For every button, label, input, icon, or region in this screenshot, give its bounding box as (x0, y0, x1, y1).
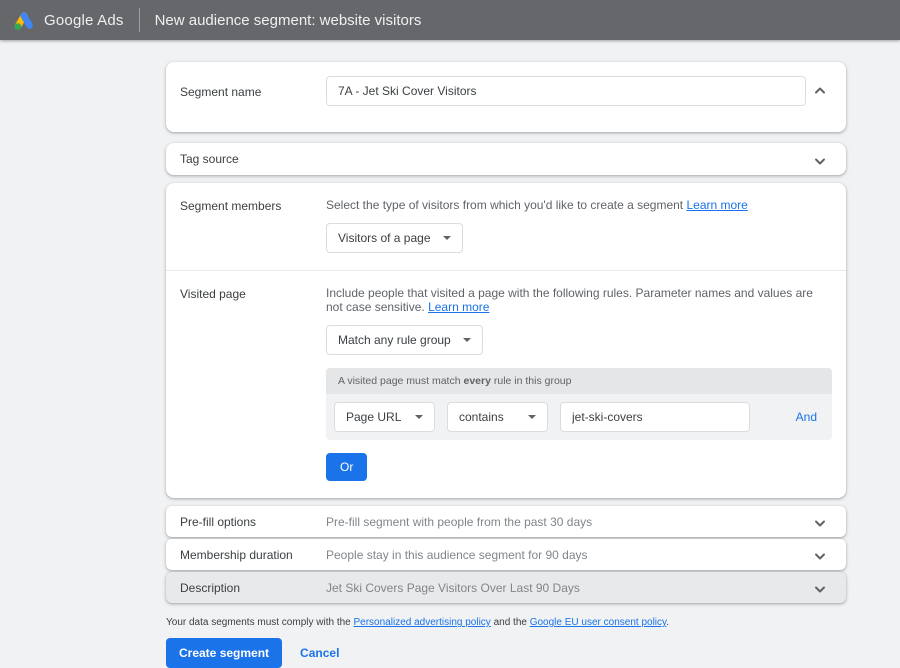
rule-field-value: Page URL (346, 410, 401, 424)
chevron-down-icon (814, 550, 826, 562)
compliance-note: Your data segments must comply with the … (166, 617, 900, 628)
chevron-down-icon (814, 583, 826, 595)
caret-down-icon (443, 236, 451, 240)
cancel-button[interactable]: Cancel (300, 646, 339, 660)
page: Google Ads New audience segment: website… (0, 0, 900, 668)
description-row[interactable]: Description Jet Ski Covers Page Visitors… (166, 572, 846, 603)
segment-members-section: Segment members Select the type of visit… (166, 183, 846, 270)
visited-page-section: Visited page Include people that visited… (166, 271, 846, 498)
segment-definition-card: Segment members Select the type of visit… (166, 183, 846, 498)
chevron-down-icon (814, 155, 826, 167)
prefill-options-row[interactable]: Pre-fill options Pre-fill segment with p… (166, 506, 846, 537)
google-ads-logo-icon (12, 9, 36, 31)
caret-down-icon (528, 415, 536, 419)
expand-prefill-options-button[interactable] (808, 511, 832, 535)
and-button[interactable]: And (796, 410, 817, 424)
visited-page-description-text: Include people that visited a page with … (326, 286, 813, 314)
rule-header-suffix: rule in this group (491, 375, 572, 387)
prefill-options-summary: Pre-fill segment with people from the pa… (326, 515, 808, 529)
rule-operator-dropdown[interactable]: contains (447, 402, 548, 432)
segment-members-label: Segment members (180, 198, 326, 253)
membership-duration-row[interactable]: Membership duration People stay in this … (166, 539, 846, 570)
rule-header-bold: every (463, 375, 490, 387)
expand-membership-duration-button[interactable] (808, 544, 832, 568)
content: Segment name Tag source Segment members … (0, 40, 900, 668)
visited-page-description: Include people that visited a page with … (326, 286, 832, 314)
action-bar: Create segment Cancel (166, 638, 900, 668)
rule-group-header: A visited page must match every rule in … (326, 368, 832, 394)
description-summary: Jet Ski Covers Page Visitors Over Last 9… (326, 581, 808, 595)
expand-tag-source-button[interactable] (808, 149, 832, 173)
or-button[interactable]: Or (326, 453, 367, 481)
create-segment-button[interactable]: Create segment (166, 638, 282, 668)
chevron-down-icon (814, 517, 826, 529)
rule-field-dropdown[interactable]: Page URL (334, 402, 435, 432)
collapse-segment-name-button[interactable] (808, 79, 832, 103)
prefill-options-label: Pre-fill options (180, 515, 326, 529)
expand-description-button[interactable] (808, 577, 832, 601)
rule-group: A visited page must match every rule in … (326, 368, 832, 440)
segment-members-description: Select the type of visitors from which y… (326, 198, 832, 212)
visited-page-learn-more-link[interactable]: Learn more (428, 300, 489, 314)
visited-page-label: Visited page (180, 286, 326, 481)
description-label: Description (180, 581, 326, 595)
rule-value-input[interactable] (560, 402, 750, 432)
rule-header-prefix: A visited page must match (338, 375, 463, 387)
match-rule-group-dropdown[interactable]: Match any rule group (326, 325, 483, 355)
rule-operator-value: contains (459, 410, 504, 424)
google-eu-consent-policy-link[interactable]: Google EU user consent policy (530, 617, 667, 628)
segment-name-label: Segment name (180, 76, 326, 106)
tag-source-label: Tag source (180, 152, 808, 166)
membership-duration-label: Membership duration (180, 548, 326, 562)
header-divider (139, 8, 140, 32)
match-rule-group-dropdown-value: Match any rule group (338, 333, 451, 347)
brand-name: Google Ads (44, 12, 124, 29)
chevron-up-icon (814, 85, 826, 97)
segment-members-description-text: Select the type of visitors from which y… (326, 198, 683, 212)
page-title: New audience segment: website visitors (155, 12, 422, 29)
visitor-type-dropdown[interactable]: Visitors of a page (326, 223, 463, 253)
caret-down-icon (415, 415, 423, 419)
tag-source-row[interactable]: Tag source (166, 143, 846, 175)
segment-members-learn-more-link[interactable]: Learn more (686, 198, 747, 212)
membership-duration-summary: People stay in this audience segment for… (326, 548, 808, 562)
personalized-advertising-policy-link[interactable]: Personalized advertising policy (354, 617, 491, 628)
compliance-middle: and the (491, 617, 530, 628)
segment-name-input[interactable] (326, 76, 806, 106)
segment-name-card: Segment name (166, 62, 846, 132)
visitor-type-dropdown-value: Visitors of a page (338, 231, 431, 245)
rule-row: Page URL contains And (326, 394, 832, 440)
app-header: Google Ads New audience segment: website… (0, 0, 900, 40)
compliance-suffix: . (666, 617, 669, 628)
caret-down-icon (463, 338, 471, 342)
compliance-prefix: Your data segments must comply with the (166, 617, 354, 628)
